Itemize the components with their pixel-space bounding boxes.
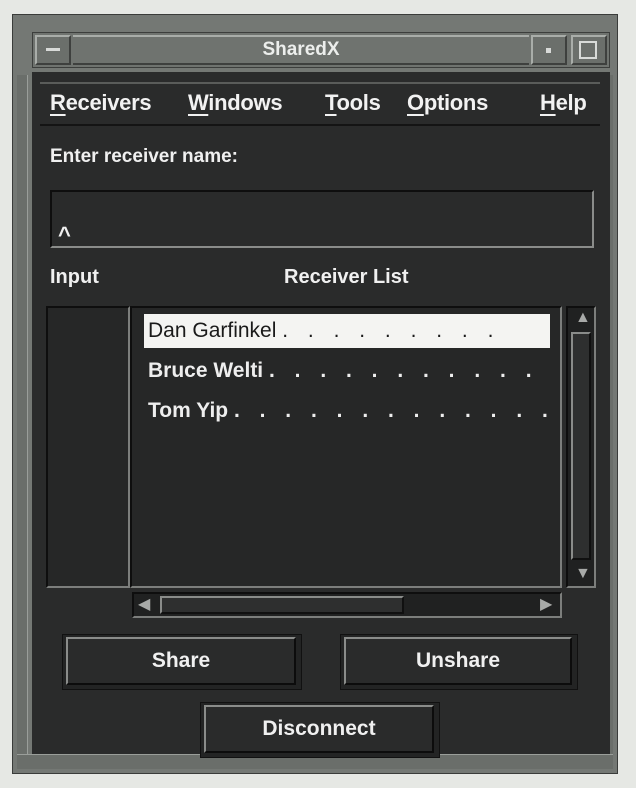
menu-mnemonic: H bbox=[540, 90, 556, 115]
menu-mnemonic: R bbox=[50, 90, 66, 115]
receiver-name: Bruce Welti bbox=[148, 359, 264, 382]
unshare-button[interactable]: Unshare bbox=[344, 637, 572, 685]
maximize-icon bbox=[579, 41, 597, 59]
menu-mnemonic: T bbox=[325, 90, 337, 115]
client-area: Receivers Windows Tools Options Help Ent… bbox=[32, 72, 610, 758]
horizontal-scroll-thumb[interactable] bbox=[160, 596, 404, 614]
leader-dots: . . . . . . . . . . . bbox=[269, 359, 539, 382]
receiver-list-item[interactable]: Bruce Welti . . . . . . . . . . . bbox=[144, 354, 550, 388]
input-column-label: Input bbox=[50, 266, 99, 288]
menu-options[interactable]: Options bbox=[407, 90, 488, 116]
title-bar[interactable]: SharedX bbox=[32, 32, 610, 68]
leader-dots: . . . . . . . . . bbox=[282, 319, 501, 342]
caret-up-icon: ^ bbox=[58, 222, 71, 247]
window-menu-button[interactable] bbox=[35, 35, 71, 65]
input-column-list[interactable] bbox=[46, 306, 130, 588]
window-menu-icon bbox=[46, 48, 60, 51]
menu-tools[interactable]: Tools bbox=[325, 90, 381, 116]
leader-dots: . . . . . . . . . . . . . bbox=[233, 399, 550, 422]
arrow-left-icon[interactable]: ◀ bbox=[138, 597, 150, 613]
receiver-list-item[interactable]: Tom Yip . . . . . . . . . . . . . bbox=[144, 394, 550, 428]
arrow-down-icon[interactable]: ▼ bbox=[575, 566, 591, 582]
minimize-button[interactable] bbox=[531, 35, 567, 65]
maximize-button[interactable] bbox=[571, 35, 607, 65]
receiver-list-label: Receiver List bbox=[284, 266, 409, 288]
menu-label-rest: elp bbox=[555, 90, 587, 115]
receiver-name-input[interactable] bbox=[50, 190, 594, 248]
menu-receivers[interactable]: Receivers bbox=[50, 90, 152, 116]
arrow-up-icon[interactable]: ▲ bbox=[575, 310, 591, 326]
frame-left-edge[interactable] bbox=[17, 75, 28, 755]
menu-bar: Receivers Windows Tools Options Help bbox=[40, 82, 600, 126]
menu-mnemonic: W bbox=[188, 90, 209, 115]
horizontal-scrollbar[interactable]: ◀ ▶ bbox=[132, 592, 562, 618]
receiver-list[interactable]: Dan Garfinkel . . . . . . . . . Bruce We… bbox=[130, 306, 562, 588]
menu-windows[interactable]: Windows bbox=[188, 90, 283, 116]
menu-label-rest: ptions bbox=[423, 90, 489, 115]
menu-label-rest: eceivers bbox=[65, 90, 152, 115]
menu-label-rest: ools bbox=[336, 90, 381, 115]
receiver-name-label: Enter receiver name: bbox=[50, 146, 238, 167]
receiver-list-item[interactable]: Dan Garfinkel . . . . . . . . . bbox=[144, 314, 550, 348]
menu-label-rest: indows bbox=[208, 90, 283, 115]
vertical-scroll-thumb[interactable] bbox=[571, 332, 591, 560]
receiver-name: Tom Yip bbox=[148, 399, 229, 422]
receiver-name: Dan Garfinkel bbox=[148, 319, 277, 342]
share-button[interactable]: Share bbox=[66, 637, 296, 685]
window-title[interactable]: SharedX bbox=[73, 35, 529, 65]
minimize-icon bbox=[546, 48, 551, 53]
disconnect-button[interactable]: Disconnect bbox=[204, 705, 434, 753]
vertical-scrollbar[interactable]: ▲ ▼ bbox=[566, 306, 596, 588]
menu-mnemonic: O bbox=[407, 90, 424, 115]
arrow-right-icon[interactable]: ▶ bbox=[540, 597, 552, 613]
menu-help[interactable]: Help bbox=[540, 90, 587, 116]
